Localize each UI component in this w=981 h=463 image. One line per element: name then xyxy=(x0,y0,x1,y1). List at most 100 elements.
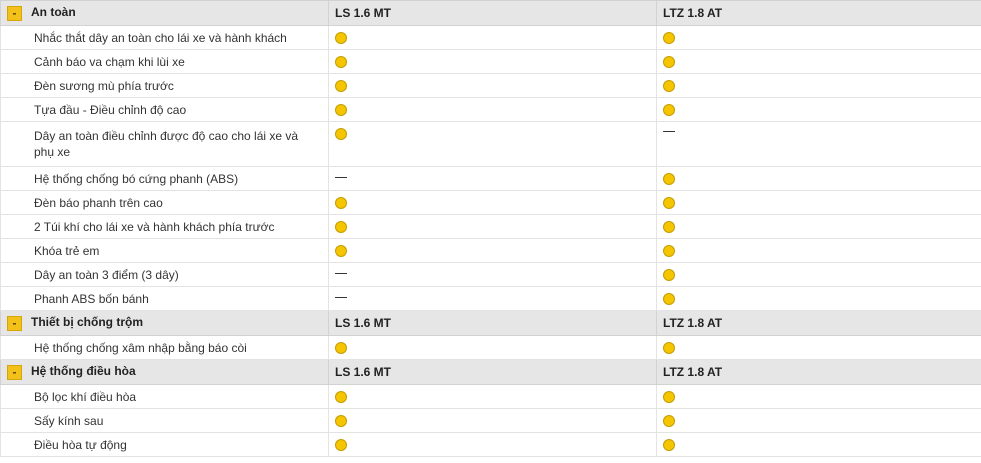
ltz-value xyxy=(656,214,981,239)
table-row: Hệ thống chống xâm nhập bằng báo còi xyxy=(0,335,981,360)
feature-label: Điều hòa tự động xyxy=(0,432,329,457)
available-dot-icon xyxy=(663,221,675,234)
available-dot-icon xyxy=(663,269,675,282)
feature-label: Đèn sương mù phía trước xyxy=(0,73,329,98)
ltz-value xyxy=(656,190,981,215)
ls-value xyxy=(328,262,657,287)
ltz-value xyxy=(656,408,981,433)
available-dot-icon xyxy=(335,197,347,210)
available-dot-icon xyxy=(663,56,675,69)
table-row: Đèn sương mù phía trước xyxy=(0,73,981,98)
available-dot-icon xyxy=(335,415,347,428)
feature-label: 2 Túi khí cho lái xe và hành khách phía … xyxy=(0,214,329,239)
section-title: Thiết bị chống trộm xyxy=(31,315,143,330)
ltz-value xyxy=(656,49,981,74)
collapse-toggle-icon[interactable]: - xyxy=(7,315,22,331)
ls-value xyxy=(328,286,657,311)
feature-label: Nhắc thắt dây an toàn cho lái xe và hành… xyxy=(0,25,329,50)
available-dot-icon xyxy=(663,391,675,404)
not-available-dash-icon xyxy=(335,176,347,178)
section-header-an-toan[interactable]: - An toàn LS 1.6 MT LTZ 1.8 AT xyxy=(0,0,981,26)
section-header-he-thong-dieu-hoa[interactable]: - Hệ thống điều hòa LS 1.6 MT LTZ 1.8 AT xyxy=(0,359,981,385)
ls-value xyxy=(328,238,657,263)
available-dot-icon xyxy=(663,245,675,258)
table-row: 2 Túi khí cho lái xe và hành khách phía … xyxy=(0,214,981,239)
feature-label: Hệ thống chống xâm nhập bằng báo còi xyxy=(0,335,329,360)
ltz-value xyxy=(656,286,981,311)
table-row: Đèn báo phanh trên cao xyxy=(0,190,981,215)
ltz-value xyxy=(656,335,981,360)
table-row: Nhắc thắt dây an toàn cho lái xe và hành… xyxy=(0,25,981,50)
model-ls-header: LS 1.6 MT xyxy=(328,310,657,336)
ltz-value xyxy=(656,432,981,457)
section-header-thiet-bi-chong-trom[interactable]: - Thiết bị chống trộm LS 1.6 MT LTZ 1.8 A… xyxy=(0,310,981,336)
available-dot-icon xyxy=(663,173,675,186)
table-row: Khóa trẻ em xyxy=(0,238,981,263)
feature-label: Dây an toàn điều chỉnh được độ cao cho l… xyxy=(0,121,329,167)
available-dot-icon xyxy=(335,391,347,404)
table-row: Phanh ABS bốn bánh xyxy=(0,286,981,311)
available-dot-icon xyxy=(335,342,347,355)
feature-label: Đèn báo phanh trên cao xyxy=(0,190,329,215)
table-row: Cảnh báo va chạm khi lùi xe xyxy=(0,49,981,74)
model-ls-header: LS 1.6 MT xyxy=(328,359,657,385)
available-dot-icon xyxy=(663,342,675,355)
available-dot-icon xyxy=(335,56,347,69)
available-dot-icon xyxy=(335,32,347,45)
model-ltz-header: LTZ 1.8 AT xyxy=(656,0,981,26)
model-ls-header: LS 1.6 MT xyxy=(328,0,657,26)
available-dot-icon xyxy=(335,104,347,117)
table-row: Dây an toàn điều chỉnh được độ cao cho l… xyxy=(0,121,981,167)
table-row: Bộ lọc khí điều hòa xyxy=(0,384,981,409)
available-dot-icon xyxy=(335,245,347,258)
feature-label: Sấy kính sau xyxy=(0,408,329,433)
table-row: Dây an toàn 3 điểm (3 dây) xyxy=(0,262,981,287)
ls-value xyxy=(328,408,657,433)
available-dot-icon xyxy=(663,197,675,210)
feature-label: Phanh ABS bốn bánh xyxy=(0,286,329,311)
ltz-value xyxy=(656,121,981,167)
available-dot-icon xyxy=(663,104,675,117)
ls-value xyxy=(328,121,657,167)
feature-label: Dây an toàn 3 điểm (3 dây) xyxy=(0,262,329,287)
not-available-dash-icon xyxy=(663,131,675,133)
ltz-value xyxy=(656,262,981,287)
available-dot-icon xyxy=(335,439,347,452)
ltz-value xyxy=(656,166,981,191)
ls-value xyxy=(328,73,657,98)
ls-value xyxy=(328,190,657,215)
available-dot-icon xyxy=(663,439,675,452)
ltz-value xyxy=(656,238,981,263)
feature-label: Tựa đầu - Điều chỉnh độ cao xyxy=(0,97,329,122)
feature-label: Bộ lọc khí điều hòa xyxy=(0,384,329,409)
ls-value xyxy=(328,432,657,457)
available-dot-icon xyxy=(335,80,347,93)
ls-value xyxy=(328,335,657,360)
ls-value xyxy=(328,214,657,239)
section-title: An toàn xyxy=(31,5,76,20)
available-dot-icon xyxy=(663,293,675,306)
ltz-value xyxy=(656,73,981,98)
section-title: Hệ thống điều hòa xyxy=(31,364,136,379)
available-dot-icon xyxy=(663,415,675,428)
available-dot-icon xyxy=(335,221,347,234)
ltz-value xyxy=(656,384,981,409)
table-row: Tựa đầu - Điều chỉnh độ cao xyxy=(0,97,981,122)
not-available-dash-icon xyxy=(335,272,347,274)
ltz-value xyxy=(656,97,981,122)
ltz-value xyxy=(656,25,981,50)
ls-value xyxy=(328,97,657,122)
collapse-toggle-icon[interactable]: - xyxy=(7,5,22,21)
available-dot-icon xyxy=(663,32,675,45)
ls-value xyxy=(328,166,657,191)
model-ltz-header: LTZ 1.8 AT xyxy=(656,359,981,385)
table-row: Điều hòa tự động xyxy=(0,432,981,457)
feature-label: Khóa trẻ em xyxy=(0,238,329,263)
collapse-toggle-icon[interactable]: - xyxy=(7,364,22,380)
feature-label: Cảnh báo va chạm khi lùi xe xyxy=(0,49,329,74)
table-row: Hệ thống chống bó cứng phanh (ABS) xyxy=(0,166,981,191)
ls-value xyxy=(328,49,657,74)
spec-table: - An toàn LS 1.6 MT LTZ 1.8 AT Nhắc thắt … xyxy=(0,0,981,457)
ls-value xyxy=(328,384,657,409)
model-ltz-header: LTZ 1.8 AT xyxy=(656,310,981,336)
